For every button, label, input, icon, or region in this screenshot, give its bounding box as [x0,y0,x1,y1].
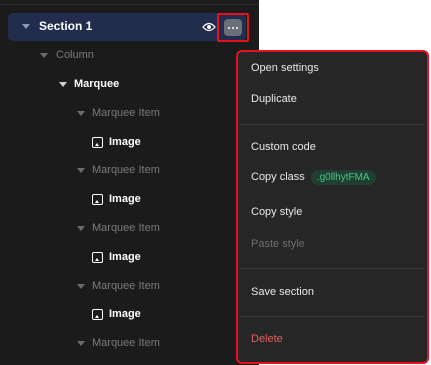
chevron-down-icon[interactable] [77,110,85,116]
tree-row-marquee-item[interactable]: Marquee Item [77,275,160,297]
chevron-down-icon[interactable] [40,52,48,58]
copy-class-label: Copy class [251,171,305,183]
section-label: Section 1 [39,19,93,33]
image-icon [92,136,103,148]
dot-icon [228,26,230,29]
chevron-down-icon[interactable] [77,340,85,346]
dot-icon [232,26,234,29]
menu-item-open-settings[interactable]: Open settings [251,62,319,74]
image-label: Image [109,193,141,205]
chevron-down-icon[interactable] [77,167,85,173]
tree-row-image[interactable]: Image [92,303,141,325]
marquee-label: Marquee [74,78,120,90]
chevron-down-icon[interactable] [77,283,85,289]
tree-row-marquee-item[interactable]: Marquee Item [77,159,160,181]
more-button-highlight [217,13,249,42]
chevron-down-icon[interactable] [77,225,85,231]
menu-item-copy-style[interactable]: Copy style [251,206,302,218]
tree-row-image[interactable]: Image [92,188,141,210]
more-options-button[interactable] [224,19,242,36]
menu-item-save-section[interactable]: Save section [251,286,314,298]
dot-icon [236,26,238,29]
tree-row-marquee-item[interactable]: Marquee Item [77,332,160,354]
menu-item-duplicate[interactable]: Duplicate [251,93,297,105]
image-icon [92,193,103,205]
image-label: Image [109,308,141,320]
tree-row-column[interactable]: Column [40,44,94,66]
image-label: Image [109,136,141,148]
chevron-down-icon[interactable] [59,81,67,87]
menu-divider [240,124,425,125]
marquee-item-label: Marquee Item [92,222,160,234]
menu-item-custom-code[interactable]: Custom code [251,141,316,153]
tree-row-marquee-item[interactable]: Marquee Item [77,217,160,239]
menu-item-paste-style: Paste style [251,238,305,250]
chevron-down-icon[interactable] [22,24,30,29]
menu-item-delete[interactable]: Delete [251,333,283,345]
image-label: Image [109,251,141,263]
marquee-item-label: Marquee Item [92,280,160,292]
image-icon [92,308,103,320]
marquee-item-label: Marquee Item [92,337,160,349]
image-icon [92,251,103,263]
tree-row-image[interactable]: Image [92,246,141,268]
context-menu: Open settings Duplicate Custom code Copy… [240,54,425,360]
tree-row-marquee[interactable]: Marquee [59,73,119,95]
marquee-item-label: Marquee Item [92,164,160,176]
column-label: Column [56,49,94,61]
menu-item-copy-class[interactable]: Copy class .g0llhytFMA [251,170,376,185]
menu-divider [240,268,425,269]
layers-panel: Section 1 Column Marquee Marquee Item Im… [0,0,259,365]
tree-row-section[interactable]: Section 1 [8,13,246,41]
panel-top-divider [0,0,259,5]
tree-row-image[interactable]: Image [92,131,141,153]
menu-divider [240,316,425,317]
marquee-item-label: Marquee Item [92,107,160,119]
tree-row-marquee-item[interactable]: Marquee Item [77,102,160,124]
class-name-badge: .g0llhytFMA [310,170,376,185]
eye-icon[interactable] [202,21,216,33]
